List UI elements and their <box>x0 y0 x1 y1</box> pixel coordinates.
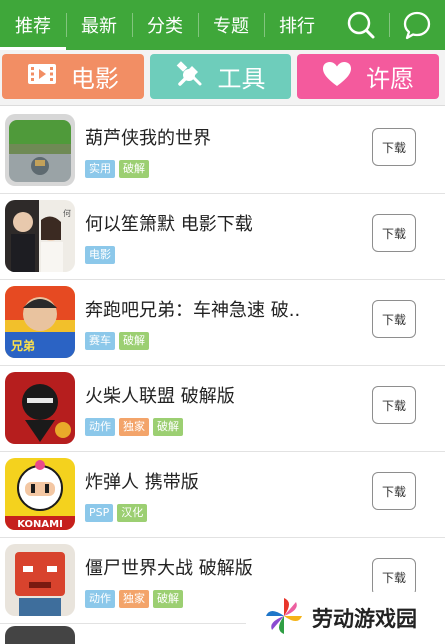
tag-badge: 实用 <box>85 160 115 178</box>
tag-badge: 破解 <box>119 160 149 178</box>
heart-icon <box>322 61 352 93</box>
download-button[interactable]: 下载 <box>372 472 416 510</box>
tab-ranking[interactable]: 排行 <box>264 0 330 50</box>
svg-text:KONAMI: KONAMI <box>17 519 63 530</box>
download-button[interactable]: 下载 <box>372 128 416 166</box>
tag-badge: 汉化 <box>117 504 148 522</box>
top-icons <box>333 0 445 50</box>
app-list: 葫芦侠我的世界 实用 破解 下载 何 何以笙箫默 电影下载 电影 下载 兄弟 奔… <box>0 108 445 624</box>
svg-text:兄弟: 兄弟 <box>10 338 35 353</box>
download-button[interactable]: 下载 <box>372 558 416 596</box>
download-button[interactable]: 下载 <box>372 214 416 252</box>
app-title: 炸弹人 携带版 <box>85 472 199 493</box>
app-title: 何以笙箫默 电影下载 <box>85 214 253 235</box>
wish-category-button[interactable]: 许愿 <box>297 54 440 99</box>
app-icon-movie-poster: 何 <box>5 200 75 272</box>
list-item[interactable]: 兄弟 奔跑吧兄弟：车神急速 破.. 赛车 破解 下载 <box>0 280 445 366</box>
svg-text:何: 何 <box>63 208 71 218</box>
search-icon[interactable] <box>333 0 389 50</box>
tab-topics[interactable]: 专题 <box>198 0 264 50</box>
app-tags: 电影 <box>85 246 115 264</box>
app-icon-stickman-league <box>5 372 75 444</box>
tag-badge: 破解 <box>153 590 183 608</box>
film-icon <box>27 62 57 92</box>
movie-category-button[interactable]: 电影 <box>2 54 144 99</box>
chat-icon[interactable] <box>389 0 445 50</box>
list-item[interactable]: 火柴人联盟 破解版 动作 独家 破解 下载 <box>0 366 445 452</box>
movie-category-label: 电影 <box>70 65 119 93</box>
tools-category-label: 工具 <box>217 65 266 93</box>
tag-badge: 破解 <box>153 418 183 436</box>
app-icon-bomberman: KONAMI <box>5 458 75 530</box>
app-icon-gourd-minecraft <box>5 114 75 186</box>
app-title: 僵尸世界大战 破解版 <box>85 558 253 579</box>
list-item[interactable]: 葫芦侠我的世界 实用 破解 下载 <box>0 108 445 194</box>
top-nav-bar: 推荐 最新 分类 专题 排行 <box>0 0 445 50</box>
site-watermark: 劳动游戏园 <box>246 592 445 644</box>
pinwheel-logo-icon <box>264 596 304 640</box>
tab-latest[interactable]: 最新 <box>66 0 132 50</box>
tag-badge: 动作 <box>85 590 115 608</box>
app-tags: PSP 汉化 <box>85 504 148 522</box>
tag-badge: 独家 <box>119 590 149 608</box>
app-icon-zombie-world-war <box>5 544 75 616</box>
tools-category-button[interactable]: 工具 <box>149 54 292 99</box>
tag-badge: 破解 <box>119 332 149 350</box>
tag-badge: 独家 <box>119 418 149 436</box>
tag-badge: 动作 <box>85 418 115 436</box>
category-bar: 电影 工具 许愿 <box>0 50 445 106</box>
download-button[interactable]: 下载 <box>372 300 416 338</box>
tag-badge: PSP <box>85 504 114 522</box>
app-title: 葫芦侠我的世界 <box>85 128 211 149</box>
tab-category[interactable]: 分类 <box>132 0 198 50</box>
app-tags: 动作 独家 破解 <box>85 418 183 436</box>
tag-badge: 赛车 <box>85 332 115 350</box>
app-tags: 赛车 破解 <box>85 332 149 350</box>
tag-badge: 电影 <box>85 246 115 264</box>
app-tags: 实用 破解 <box>85 160 149 178</box>
app-tags: 动作 独家 破解 <box>85 590 183 608</box>
watermark-text: 劳动游戏园 <box>312 606 417 631</box>
app-title: 火柴人联盟 破解版 <box>85 386 235 407</box>
tab-recommend[interactable]: 推荐 <box>0 0 66 50</box>
app-title: 奔跑吧兄弟：车神急速 破.. <box>85 300 301 321</box>
tools-icon <box>176 60 204 94</box>
app-icon-running-man-racing: 兄弟 <box>5 286 75 358</box>
next-list-item-partial <box>0 624 246 644</box>
list-item[interactable]: 何 何以笙箫默 电影下载 电影 下载 <box>0 194 445 280</box>
download-button[interactable]: 下载 <box>372 386 416 424</box>
wish-category-label: 许愿 <box>366 65 415 93</box>
list-item[interactable]: KONAMI 炸弹人 携带版 PSP 汉化 下载 <box>0 452 445 538</box>
